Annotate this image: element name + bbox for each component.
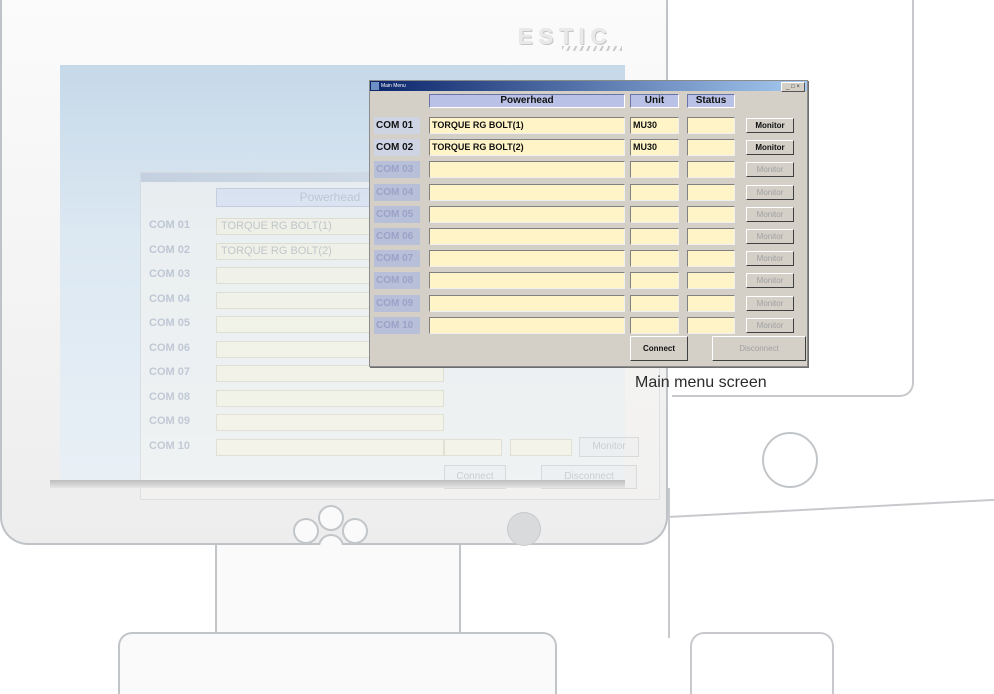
monitor-button[interactable]: Monitor: [746, 273, 794, 288]
status-field: [687, 295, 735, 312]
ghost-com-label: COM 05: [149, 317, 190, 329]
screen-bezel-shadow: [50, 480, 625, 488]
com-port-label: COM 06: [374, 228, 420, 245]
window-titlebar[interactable]: Main Menu _ □ ×: [370, 81, 807, 92]
header-status: Status: [687, 94, 735, 108]
ghost-com-label: COM 09: [149, 415, 190, 427]
unit-field[interactable]: MU30: [630, 139, 679, 156]
status-field: [687, 206, 735, 223]
powerhead-field[interactable]: TORQUE RG BOLT(2): [429, 139, 625, 156]
connect-button[interactable]: Connect: [630, 336, 688, 361]
unit-field[interactable]: [630, 295, 679, 312]
monitor-control-left: [293, 518, 319, 544]
powerhead-field[interactable]: TORQUE RG BOLT(1): [429, 117, 625, 134]
com-port-label: COM 02: [374, 139, 420, 156]
ghost-com-label: COM 07: [149, 366, 190, 378]
ghost-com-label: COM 10: [149, 440, 190, 452]
window-controls[interactable]: _ □ ×: [781, 82, 805, 92]
ghost-powerhead-field: [216, 414, 444, 431]
unit-field[interactable]: [630, 228, 679, 245]
back-monitor-neck: [668, 488, 688, 638]
monitor-button[interactable]: Monitor: [746, 318, 794, 333]
powerhead-field[interactable]: [429, 317, 625, 334]
ghost-com-label: COM 03: [149, 268, 190, 280]
main-menu-window: Main Menu _ □ × Powerhead Unit Status CO…: [369, 80, 808, 367]
unit-field[interactable]: [630, 184, 679, 201]
powerhead-field[interactable]: [429, 184, 625, 201]
powerhead-field[interactable]: [429, 295, 625, 312]
back-monitor-button: [762, 432, 818, 488]
powerhead-field[interactable]: [429, 228, 625, 245]
monitor-button[interactable]: Monitor: [746, 251, 794, 266]
app-icon: [371, 82, 379, 90]
status-field: [687, 228, 735, 245]
com-port-label: COM 10: [374, 317, 420, 334]
screen-caption: Main menu screen: [635, 374, 767, 391]
monitor-stand-base: [118, 632, 557, 694]
monitor-button[interactable]: Monitor: [746, 118, 794, 133]
com-port-label: COM 04: [374, 184, 420, 201]
unit-field[interactable]: MU30: [630, 117, 679, 134]
ghost-monitor-button: Monitor: [579, 437, 639, 457]
monitor-button[interactable]: Monitor: [746, 140, 794, 155]
com-port-label: COM 07: [374, 250, 420, 267]
back-monitor-lower-outline: [668, 380, 994, 518]
com-port-label: COM 03: [374, 161, 420, 178]
ghost-com-label: COM 01: [149, 219, 190, 231]
disconnect-button[interactable]: Disconnect: [712, 336, 806, 361]
brand-stripe: [562, 46, 622, 51]
monitor-button[interactable]: Monitor: [746, 229, 794, 244]
header-unit: Unit: [630, 94, 679, 108]
ghost-powerhead-field: [216, 439, 444, 456]
ghost-com-label: COM 04: [149, 293, 190, 305]
monitor-button[interactable]: Monitor: [746, 185, 794, 200]
ghost-unit-field: [444, 439, 502, 456]
monitor-button[interactable]: Monitor: [746, 207, 794, 222]
monitor-button[interactable]: Monitor: [746, 296, 794, 311]
window-title: Main Menu: [381, 83, 406, 89]
status-field: [687, 139, 735, 156]
unit-field[interactable]: [630, 206, 679, 223]
header-powerhead: Powerhead: [429, 94, 625, 108]
status-field: [687, 250, 735, 267]
ghost-status-field: [510, 439, 572, 456]
com-port-label: COM 09: [374, 295, 420, 312]
com-port-label: COM 08: [374, 272, 420, 289]
ghost-com-label: COM 02: [149, 244, 190, 256]
monitor-button[interactable]: Monitor: [746, 162, 794, 177]
power-button: [507, 512, 541, 546]
status-field: [687, 161, 735, 178]
powerhead-field[interactable]: [429, 161, 625, 178]
ghost-powerhead-field: [216, 365, 444, 382]
ghost-com-label: COM 08: [149, 391, 190, 403]
powerhead-field[interactable]: [429, 272, 625, 289]
status-field: [687, 272, 735, 289]
back-monitor-base: [690, 632, 834, 694]
monitor-control-top: [318, 505, 344, 531]
unit-field[interactable]: [630, 250, 679, 267]
com-port-label: COM 01: [374, 117, 420, 134]
com-port-label: COM 05: [374, 206, 420, 223]
unit-field[interactable]: [630, 317, 679, 334]
powerhead-field[interactable]: [429, 206, 625, 223]
ghost-com-label: COM 06: [149, 342, 190, 354]
unit-field[interactable]: [630, 161, 679, 178]
unit-field[interactable]: [630, 272, 679, 289]
powerhead-field[interactable]: [429, 250, 625, 267]
status-field: [687, 117, 735, 134]
ghost-powerhead-field: [216, 390, 444, 407]
status-field: [687, 317, 735, 334]
status-field: [687, 184, 735, 201]
monitor-control-right: [342, 518, 368, 544]
